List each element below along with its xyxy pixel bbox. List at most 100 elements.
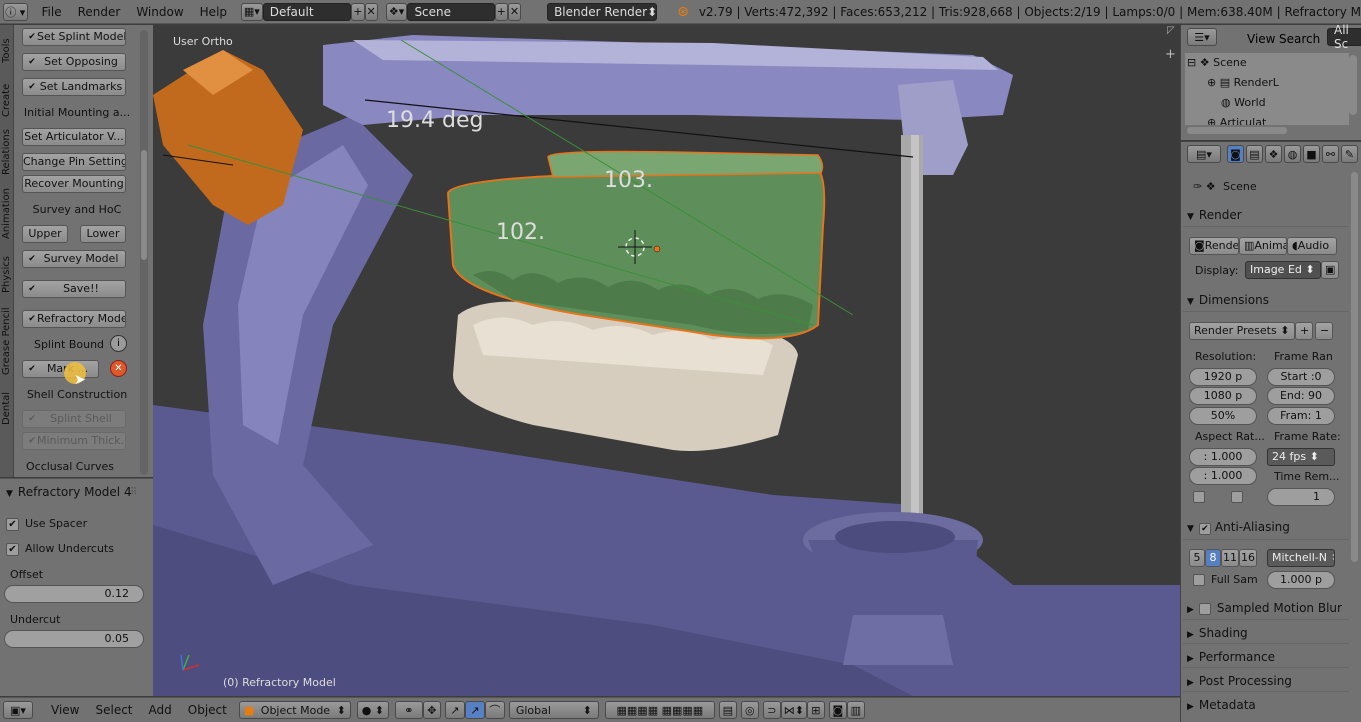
modifier-context-icon[interactable]: ✎ xyxy=(1341,145,1358,163)
layers-grid[interactable]: ▦▦▦▦ ▦▦▦▦ xyxy=(604,701,715,719)
properties-scrollbar[interactable] xyxy=(1351,172,1358,562)
resolution-x-field[interactable]: 1920 p xyxy=(1189,368,1257,386)
shading-panel-header[interactable]: Shading xyxy=(1187,626,1248,640)
frame-start-field[interactable]: Start :0 xyxy=(1267,368,1335,386)
time-remap-field[interactable]: 1 xyxy=(1267,488,1335,506)
outliner-editor-button[interactable]: ☰▾ xyxy=(1187,28,1217,46)
recover-mounting-button[interactable]: Recover Mounting xyxy=(22,175,126,193)
snap-toggle[interactable]: ⊃ xyxy=(762,701,781,719)
menu-help[interactable]: Help xyxy=(192,5,235,19)
full-sample-checkbox[interactable]: Full Sam xyxy=(1193,573,1258,586)
tab-physics[interactable]: Physics xyxy=(0,253,14,313)
aspect-x-field[interactable]: : 1.000 xyxy=(1189,448,1257,466)
menu-render[interactable]: Render xyxy=(70,5,129,19)
border-checkbox[interactable] xyxy=(1193,491,1205,503)
menu-add[interactable]: Add xyxy=(141,703,180,717)
info-icon[interactable]: i xyxy=(110,335,127,352)
world-context-icon[interactable]: ◍ xyxy=(1284,145,1301,163)
render-anim-button[interactable]: ▥ xyxy=(846,701,865,719)
rotate-manipulator[interactable]: ↗ xyxy=(464,701,485,719)
scene-add-button[interactable]: + xyxy=(494,2,508,21)
editor-type-button[interactable]: ▣▾ xyxy=(3,701,33,719)
menu-view[interactable]: View xyxy=(43,703,87,717)
add-preset-button[interactable]: + xyxy=(1295,322,1313,340)
viewport-plus-icon[interactable]: + xyxy=(1165,47,1176,62)
menu-select[interactable]: Select xyxy=(87,703,140,717)
outliner-row-world[interactable]: ◍ World xyxy=(1221,96,1266,109)
manipulator-toggle[interactable]: ✥ xyxy=(422,701,441,719)
metadata-panel-header[interactable]: Metadata xyxy=(1187,698,1256,712)
shading-select[interactable]: ● ⬍ xyxy=(356,701,389,719)
set-splint-model-button[interactable]: Set Splint Model xyxy=(22,28,126,46)
checkbox-icon[interactable] xyxy=(1198,602,1211,615)
renderlayer-context-icon[interactable]: ▤ xyxy=(1246,145,1263,163)
orientation-select[interactable]: Global ⬍ xyxy=(508,701,599,719)
aa-samples-11[interactable]: 11 xyxy=(1221,549,1239,567)
lock-layers-button[interactable]: ▤ xyxy=(718,701,737,719)
render-context-icon[interactable]: ◙ xyxy=(1227,145,1244,163)
outliner-hscrollbar[interactable] xyxy=(1187,127,1287,134)
snap-target-button[interactable]: ⊞ xyxy=(806,701,825,719)
drag-handle-icon[interactable]: ⠿ xyxy=(130,487,137,498)
shelf-scrollbar[interactable] xyxy=(140,30,148,475)
tab-animation[interactable]: Animation xyxy=(0,185,14,245)
render-panel-header[interactable]: Render xyxy=(1187,208,1242,222)
tab-tools[interactable]: Tools xyxy=(0,25,14,85)
outliner-view-menu[interactable]: View xyxy=(1247,32,1275,46)
mode-select[interactable]: ■ Object Mode ⬍ xyxy=(238,701,351,719)
aa-samples-8[interactable]: 8 xyxy=(1205,549,1221,567)
frame-end-field[interactable]: End: 90 xyxy=(1267,387,1335,405)
aa-filter-size-field[interactable]: 1.000 p xyxy=(1267,571,1335,589)
display-select[interactable]: Image Ed ⬍ xyxy=(1245,261,1321,279)
outliner-row-scene[interactable]: ⊟ ❖ Scene xyxy=(1187,56,1247,69)
outliner-search-menu[interactable]: Search xyxy=(1279,32,1320,46)
render-presets-select[interactable]: Render Presets ⬍ xyxy=(1189,322,1295,340)
menu-object[interactable]: Object xyxy=(180,703,235,717)
tab-grease-pencil[interactable]: Grease Pencil xyxy=(0,305,14,375)
proportional-edit-button[interactable]: ◎ xyxy=(740,701,759,719)
change-pin-setting-button[interactable]: Change Pin Setting xyxy=(22,153,126,171)
frame-rate-select[interactable]: 24 fps ⬍ xyxy=(1267,448,1335,466)
lower-button[interactable]: Lower xyxy=(80,225,126,243)
post-processing-panel-header[interactable]: Post Processing xyxy=(1187,674,1292,688)
tab-relations[interactable]: Relations xyxy=(0,125,14,185)
redo-panel-header[interactable]: ▼ Refractory Model 4 xyxy=(6,485,132,499)
offset-field[interactable]: 0.12 xyxy=(4,585,144,603)
animation-button[interactable]: ▥Anima xyxy=(1239,237,1287,255)
aa-filter-select[interactable]: Mitchell-N ⬍ xyxy=(1267,549,1335,567)
menu-window[interactable]: Window xyxy=(128,5,191,19)
aa-samples-5[interactable]: 5 xyxy=(1189,549,1205,567)
menu-file[interactable]: File xyxy=(34,5,70,19)
outliner-row-articulator[interactable]: ⊕ Articulat xyxy=(1207,116,1266,125)
scene-remove-button[interactable]: ✕ xyxy=(507,2,522,21)
properties-editor-button[interactable]: ▤▾ xyxy=(1187,145,1221,163)
outliner-scrollbar[interactable] xyxy=(1349,55,1357,115)
dimensions-panel-header[interactable]: Dimensions xyxy=(1187,293,1269,307)
upper-button[interactable]: Upper xyxy=(22,225,68,243)
pivot-select[interactable]: ⚭ xyxy=(394,701,423,719)
set-opposing-button[interactable]: Set Opposing xyxy=(22,53,126,71)
resolution-percent-field[interactable]: 50% xyxy=(1189,407,1257,425)
snap-element-select[interactable]: ⋈⬍ xyxy=(780,701,807,719)
sampled-motion-blur-header[interactable]: Sampled Motion Blur xyxy=(1187,601,1342,615)
aa-samples-16[interactable]: 16 xyxy=(1239,549,1257,567)
tab-dental[interactable]: Dental xyxy=(0,385,14,435)
cancel-icon[interactable]: ✕ xyxy=(110,360,127,377)
undercut-field[interactable]: 0.05 xyxy=(4,630,144,648)
performance-panel-header[interactable]: Performance xyxy=(1187,650,1275,664)
translate-manipulator[interactable]: ↗ xyxy=(444,701,465,719)
remove-preset-button[interactable]: − xyxy=(1315,322,1333,340)
render-button[interactable]: ◙Rende xyxy=(1189,237,1239,255)
mark-button[interactable]: Mark ... xyxy=(22,360,99,378)
render-engine-select[interactable]: Blender Render ⬍ xyxy=(547,2,657,21)
object-context-icon[interactable]: ■ xyxy=(1303,145,1320,163)
set-articulator-button[interactable]: Set Articulator V... xyxy=(22,128,126,146)
save-button[interactable]: Save!! xyxy=(22,280,126,298)
viewport-corner-icon[interactable]: ◸ xyxy=(1167,25,1175,36)
layout-remove-button[interactable]: ✕ xyxy=(364,2,378,21)
layout-field[interactable]: Default xyxy=(262,2,352,21)
render-still-button[interactable]: ◙ xyxy=(828,701,847,719)
minimum-thickness-button[interactable]: Minimum Thick... xyxy=(22,432,126,450)
refractory-model-button[interactable]: Refractory Model xyxy=(22,310,126,328)
audio-button[interactable]: ◖Audio xyxy=(1287,237,1337,255)
